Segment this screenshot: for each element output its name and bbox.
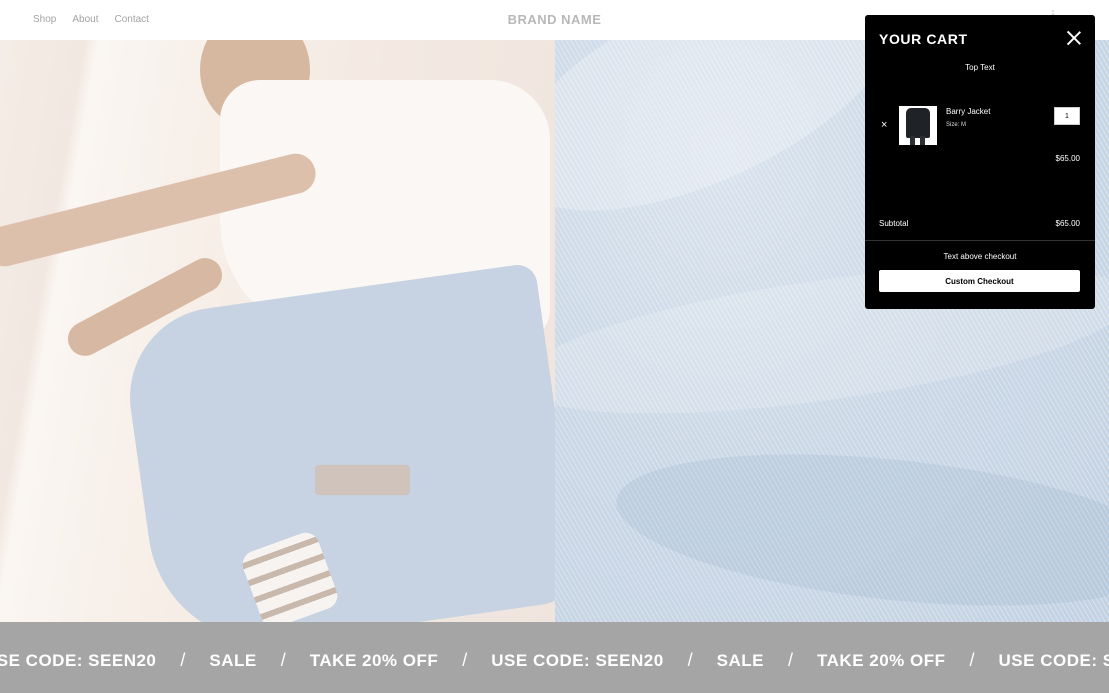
above-checkout-text: Text above checkout bbox=[943, 252, 1017, 261]
marquee-item: USE CODE: SEEN20 bbox=[0, 650, 157, 670]
jacket-shape bbox=[906, 108, 930, 138]
marquee-item: TAKE 20% OFF bbox=[817, 650, 946, 670]
product-thumbnail[interactable] bbox=[899, 106, 937, 145]
quantity-input[interactable] bbox=[1054, 107, 1080, 125]
remove-item-icon[interactable]: × bbox=[881, 119, 887, 131]
marquee-separator: / bbox=[180, 650, 186, 670]
product-name[interactable]: Barry Jacket bbox=[946, 107, 990, 116]
close-icon[interactable] bbox=[1067, 31, 1081, 45]
promo-marquee: USE CODE: SEEN20 / SALE / TAKE 20% OFF /… bbox=[0, 622, 1109, 693]
marquee-track: USE CODE: SEEN20 / SALE / TAKE 20% OFF /… bbox=[0, 650, 1109, 671]
line-item-price: $65.00 bbox=[1055, 154, 1080, 163]
checkout-button[interactable]: Custom Checkout bbox=[879, 270, 1080, 292]
cart-drawer: YOUR CART Top Text × Barry Jacket Size: … bbox=[865, 15, 1095, 309]
cart-title: YOUR CART bbox=[879, 31, 968, 47]
marquee-separator: / bbox=[462, 650, 468, 670]
subtotal-label: Subtotal bbox=[879, 219, 909, 228]
product-size: Size: M bbox=[946, 122, 967, 128]
subtotal-value: $65.00 bbox=[1055, 219, 1080, 228]
marquee-item: USE CODE: SEEN20 bbox=[491, 650, 664, 670]
model-jeans bbox=[118, 262, 555, 622]
marquee-item: SALE bbox=[209, 650, 257, 670]
model-image bbox=[0, 40, 555, 622]
cart-divider bbox=[865, 240, 1095, 241]
denim-fold bbox=[609, 431, 1109, 622]
marquee-item: USE CODE: SEEN20 bbox=[998, 650, 1109, 670]
marquee-separator: / bbox=[788, 650, 794, 670]
marquee-separator: / bbox=[280, 650, 286, 670]
jacket-leg bbox=[910, 136, 915, 145]
marquee-item: TAKE 20% OFF bbox=[309, 650, 439, 670]
page: Shop About Contact BRAND NAME 1 USE CODE… bbox=[0, 0, 1109, 693]
stool-seat bbox=[315, 465, 410, 495]
marquee-separator: / bbox=[969, 650, 975, 670]
jacket-leg bbox=[920, 136, 925, 145]
marquee-item: SALE bbox=[716, 650, 765, 670]
cart-top-text: Top Text bbox=[965, 63, 995, 72]
marquee-separator: / bbox=[687, 650, 693, 670]
